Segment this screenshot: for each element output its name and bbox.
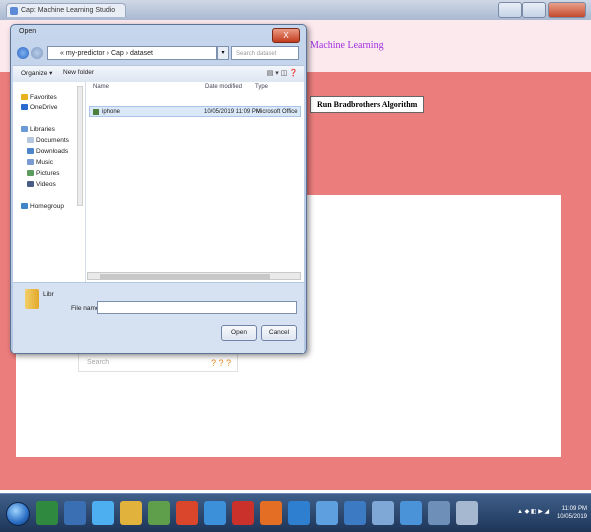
file-row[interactable]: iphone 10/05/2019 11:09 PM Microsoft Off… [89,106,301,117]
tab-favicon-icon [10,7,18,15]
ie-app-icon[interactable] [92,501,114,525]
cloud-icon [21,104,28,110]
document-icon [27,137,34,143]
app-icon[interactable] [316,501,338,525]
dialog-body: Favorites OneDrive Libraries Documents D… [13,82,304,282]
search-tools-icon[interactable]: ? ? ? [211,353,231,373]
tray-icons[interactable]: ▲ ◆ ◧ ▶ ◢ [517,508,549,515]
nav-item-homegroup[interactable]: Homegroup [21,203,64,210]
file-type: Microsoft Office [256,109,298,115]
navigation-pane: Favorites OneDrive Libraries Documents D… [13,82,86,282]
homegroup-icon [21,203,28,209]
media-app-icon[interactable] [176,501,198,525]
nav-item-libraries[interactable]: Libraries [21,126,55,133]
file-date: 10/05/2019 11:09 PM [204,109,261,115]
nav-item-favorites[interactable]: Favorites [21,94,57,101]
excel-app-icon[interactable] [36,501,58,525]
page-heading: Machine Learning [310,40,384,51]
excel-file-icon [93,109,99,115]
app-icon[interactable] [372,501,394,525]
nav-item-videos[interactable]: Videos [27,181,56,188]
browser-title-bar: Cap: Machine Learning Studio [0,0,591,21]
system-tray: ▲ ◆ ◧ ▶ ◢ 11:09 PM 10/05/2019 [517,498,587,528]
dialog-search-input[interactable]: Search dataset [231,46,299,60]
word-app-icon[interactable] [64,501,86,525]
file-list-scrollbar[interactable] [87,272,301,280]
app-icon[interactable] [260,501,282,525]
dialog-toolbar: Organize ▾ New folder ▤ ▾ ◫ ❓ [13,65,304,83]
forward-arrow-icon[interactable] [31,47,43,59]
view-options-icon[interactable]: ▤ ▾ ◫ ❓ [267,69,298,77]
folder-label: Libr [43,291,54,298]
nav-item-music[interactable]: Music [27,159,53,166]
chrome-app-icon[interactable] [120,501,142,525]
browser-tab[interactable]: Cap: Machine Learning Studio [6,3,126,17]
clock-date: 10/05/2019 [556,514,587,520]
app-icon[interactable] [344,501,366,525]
minimize-button[interactable] [498,2,522,18]
column-name[interactable]: Name [93,84,109,90]
file-list-header: Name Date modified Type [87,84,302,94]
nav-item-onedrive[interactable]: OneDrive [21,104,57,111]
new-folder-button[interactable]: New folder [63,69,94,76]
file-name: iphone [102,109,121,115]
clock-time: 11:09 PM [561,506,587,512]
dialog-close-button[interactable]: X [272,28,300,43]
tab-title: Cap: Machine Learning Studio [21,7,116,14]
clock[interactable]: 11:09 PM 10/05/2019 [557,505,587,521]
music-icon [27,159,34,165]
app-icon[interactable] [456,501,478,525]
open-file-dialog: Open X « my-predictor › Cap › dataset ▾ … [10,24,307,354]
back-arrow-icon[interactable] [17,47,29,59]
nav-item-pictures[interactable]: Pictures [27,170,59,177]
page-search-placeholder: Search [87,359,110,366]
organize-button[interactable]: Organize ▾ [21,69,52,77]
column-date-modified[interactable]: Date modified [205,84,242,90]
star-icon [21,94,28,100]
folder-preview-area: Libr [13,283,304,353]
filename-input[interactable] [97,301,297,314]
video-icon [27,181,34,187]
picture-icon [27,170,34,176]
address-bar[interactable]: « my-predictor › Cap › dataset [47,46,217,60]
chevron-down-icon[interactable]: ▾ [217,46,229,60]
download-icon [27,148,34,154]
library-icon [21,126,28,132]
app-icon[interactable] [232,501,254,525]
cancel-button[interactable]: Cancel [261,325,297,341]
close-window-button[interactable] [548,2,586,18]
folder-icon[interactable] [25,289,39,309]
maximize-button[interactable] [522,2,546,18]
scrollbar-thumb[interactable] [100,274,270,279]
taskbar: ▲ ◆ ◧ ▶ ◢ 11:09 PM 10/05/2019 [0,493,591,532]
app-icon[interactable] [428,501,450,525]
app-icon[interactable] [288,501,310,525]
nav-scrollbar[interactable] [77,86,83,206]
run-algorithm-button[interactable]: Run Bradbrothers Algorithm [310,96,425,113]
nav-item-downloads[interactable]: Downloads [27,148,68,155]
dialog-title: Open [19,28,37,35]
nav-item-documents[interactable]: Documents [27,137,69,144]
column-type[interactable]: Type [255,84,268,90]
page-search-input[interactable]: Search ? ? ? [78,352,238,372]
folder-app-icon[interactable] [148,501,170,525]
open-button[interactable]: Open [221,325,257,341]
app-icon[interactable] [400,501,422,525]
app-icon[interactable] [204,501,226,525]
start-button[interactable] [6,502,30,526]
